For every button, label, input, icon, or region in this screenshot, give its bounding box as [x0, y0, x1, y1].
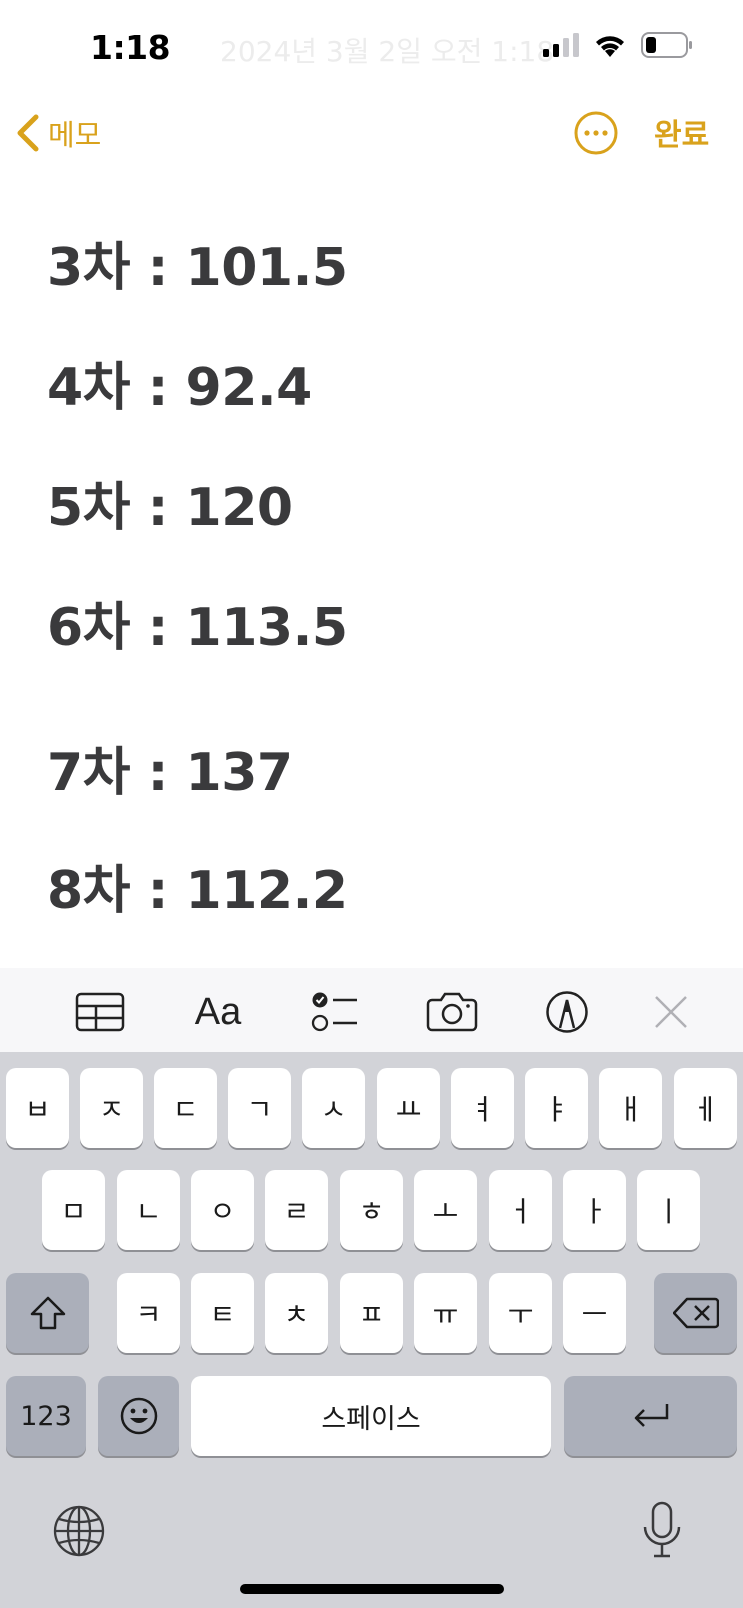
- status-icons: [543, 32, 693, 58]
- status-date-overlay: 2024년 3월 2일 오전 1:18: [220, 35, 555, 68]
- markup-icon: [546, 991, 588, 1033]
- chevron-left-icon: [17, 114, 39, 152]
- globe-button[interactable]: [52, 1504, 106, 1558]
- camera-button[interactable]: [424, 988, 480, 1036]
- key-row3[interactable]: ㅊ: [265, 1273, 328, 1353]
- key-row2[interactable]: ㅎ: [340, 1170, 403, 1250]
- key-row1[interactable]: ㅂ: [6, 1068, 69, 1148]
- close-icon: [655, 996, 687, 1028]
- note-line[interactable]: 6차 : 113.5: [47, 585, 348, 660]
- key-row2[interactable]: ㄴ: [117, 1170, 180, 1250]
- key-row1[interactable]: ㅈ: [80, 1068, 143, 1148]
- key-row2[interactable]: ㅓ: [489, 1170, 552, 1250]
- return-icon: [634, 1404, 668, 1427]
- text-format-icon: Aa: [194, 990, 242, 1033]
- checklist-button[interactable]: [307, 988, 363, 1036]
- key-row3[interactable]: ㅋ: [117, 1273, 180, 1353]
- key-row1[interactable]: ㅛ: [377, 1068, 440, 1148]
- key-row3[interactable]: ㅡ: [563, 1273, 626, 1353]
- back-button[interactable]: 메모: [14, 108, 101, 158]
- key-row1[interactable]: ㅕ: [451, 1068, 514, 1148]
- back-button-label: 메모: [48, 118, 102, 152]
- backspace-icon: [672, 1297, 719, 1329]
- emoji-icon: [120, 1397, 157, 1435]
- done-button[interactable]: 완료: [654, 110, 709, 154]
- delete-key[interactable]: [654, 1273, 737, 1353]
- key-row2[interactable]: ㅇ: [191, 1170, 254, 1250]
- text-format-button[interactable]: Aa: [190, 988, 246, 1036]
- shift-key[interactable]: [6, 1273, 89, 1353]
- numbers-key[interactable]: 123: [6, 1376, 86, 1456]
- formatting-toolbar: Aa: [0, 968, 743, 1052]
- key-row3[interactable]: ㅜ: [489, 1273, 552, 1353]
- key-row1[interactable]: ㅔ: [674, 1068, 737, 1148]
- key-row2[interactable]: ㅁ: [42, 1170, 105, 1250]
- key-row1[interactable]: ㄷ: [154, 1068, 217, 1148]
- camera-icon: [426, 992, 478, 1032]
- note-line[interactable]: 7차 : 137: [47, 730, 293, 805]
- battery-icon: [641, 32, 692, 58]
- shift-icon: [30, 1296, 65, 1330]
- key-row2[interactable]: ㅣ: [637, 1170, 700, 1250]
- key-row2[interactable]: ㅏ: [563, 1170, 626, 1250]
- note-line[interactable]: 3차 : 101.5: [47, 225, 348, 300]
- wifi-icon: [596, 36, 624, 57]
- status-time: 1:18: [90, 28, 171, 67]
- markup-button[interactable]: [539, 988, 595, 1036]
- microphone-icon: [643, 1501, 681, 1558]
- table-button[interactable]: [72, 988, 128, 1036]
- korean-keyboard: ㅂ ㅈ ㄷ ㄱ ㅅ ㅛ ㅕ ㅑ ㅐ ㅔ ㅁ ㄴ ㅇ ㄹ ㅎ ㅗ ㅓ ㅏ ㅣ ㅋ …: [0, 1052, 743, 1608]
- space-key[interactable]: 스페이스: [191, 1376, 551, 1456]
- return-key[interactable]: [564, 1376, 737, 1456]
- key-row1[interactable]: ㅐ: [599, 1068, 662, 1148]
- key-row1[interactable]: ㄱ: [228, 1068, 291, 1148]
- key-row3[interactable]: ㅌ: [191, 1273, 254, 1353]
- globe-icon: [53, 1505, 105, 1557]
- key-row1[interactable]: ㅅ: [302, 1068, 365, 1148]
- more-button[interactable]: [573, 110, 619, 156]
- table-icon: [75, 992, 125, 1032]
- checklist-icon: [311, 992, 357, 1032]
- note-editor[interactable]: 3차 : 101.5 4차 : 92.4 5차 : 120 6차 : 113.5…: [0, 180, 743, 970]
- key-row2[interactable]: ㅗ: [414, 1170, 477, 1250]
- status-bar: 2024년 3월 2일 오전 1:18 1:18: [0, 0, 743, 100]
- note-line[interactable]: 4차 : 92.4: [47, 345, 312, 420]
- key-row1[interactable]: ㅑ: [525, 1068, 588, 1148]
- key-row3[interactable]: ㅠ: [414, 1273, 477, 1353]
- note-line[interactable]: 5차 : 120: [47, 465, 293, 540]
- key-row2[interactable]: ㄹ: [265, 1170, 328, 1250]
- ellipsis-circle-icon: [574, 111, 618, 155]
- note-line[interactable]: 8차 : 112.2: [47, 848, 348, 923]
- close-toolbar-button[interactable]: [643, 988, 699, 1036]
- home-indicator: [240, 1584, 504, 1594]
- dictation-button[interactable]: [638, 1500, 686, 1560]
- key-row3[interactable]: ㅍ: [340, 1273, 403, 1353]
- cellular-signal-icon: [543, 33, 579, 57]
- emoji-key[interactable]: [98, 1376, 179, 1456]
